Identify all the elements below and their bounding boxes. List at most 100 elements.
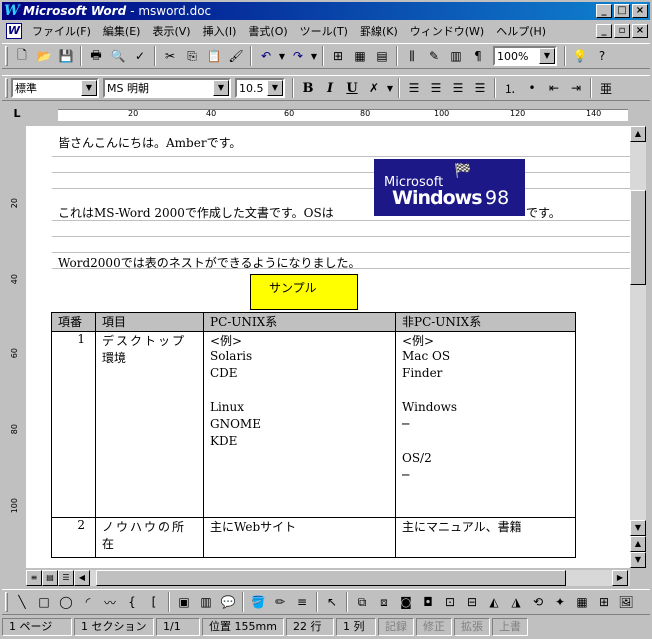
print-preview-icon[interactable]: 🔍 bbox=[107, 45, 129, 67]
close-button[interactable]: × bbox=[632, 4, 648, 18]
justify-icon[interactable]: ☰ bbox=[469, 77, 491, 99]
horizontal-scrollbar[interactable]: ▶ bbox=[26, 570, 630, 586]
nested-table[interactable]: 項番 項目 PC-UNIX系 非PC-UNIX系 1 デスクトップ 環境 <例>… bbox=[51, 312, 576, 558]
line-icon[interactable]: ╲ bbox=[11, 591, 33, 613]
tab-selector-icon[interactable]: L bbox=[10, 108, 24, 122]
fill-color-icon[interactable]: 🪣 bbox=[247, 591, 269, 613]
style-select[interactable]: 標準 ▼ bbox=[11, 78, 99, 98]
scroll-up-icon[interactable]: ▲ bbox=[630, 126, 646, 142]
group-icon[interactable]: ⊡ bbox=[439, 591, 461, 613]
font-select[interactable]: MS 明朝 ▼ bbox=[103, 78, 231, 98]
scroll-thumb[interactable] bbox=[96, 570, 566, 586]
redo-icon[interactable]: ↷ bbox=[287, 45, 309, 67]
copy-icon[interactable]: ⎘ bbox=[181, 45, 203, 67]
snap-grid-icon[interactable]: ▦ bbox=[571, 591, 593, 613]
decrease-indent-icon[interactable]: ⇤ bbox=[543, 77, 565, 99]
document-icon[interactable]: W bbox=[6, 23, 22, 39]
scroll-left-icon[interactable]: ◀ bbox=[74, 570, 90, 586]
chevron-down-icon[interactable]: ▼ bbox=[267, 80, 283, 96]
insert-table-icon[interactable]: ▦ bbox=[349, 45, 371, 67]
scroll-right-icon[interactable]: ▶ bbox=[612, 570, 628, 586]
vertical-scrollbar[interactable]: ▲ ▼ ▲ ▼ bbox=[630, 126, 646, 568]
minimize-button[interactable]: _ bbox=[596, 4, 612, 18]
align-center-icon[interactable]: ☰ bbox=[425, 77, 447, 99]
menu-view[interactable]: 表示(V) bbox=[146, 23, 196, 39]
menu-file[interactable]: ファイル(F) bbox=[26, 23, 97, 39]
scroll-down-icon[interactable]: ▼ bbox=[630, 520, 646, 536]
textbox-icon[interactable]: ▣ bbox=[173, 591, 195, 613]
numbering-icon[interactable]: ⒈ bbox=[499, 77, 521, 99]
normal-view-icon[interactable]: ≡ bbox=[26, 570, 42, 586]
office-assistant-icon[interactable]: 💡 bbox=[569, 45, 591, 67]
chevron-down-icon[interactable]: ▼ bbox=[539, 48, 555, 64]
underline-button[interactable]: U bbox=[341, 77, 363, 99]
tables-borders-icon[interactable]: ⊞ bbox=[327, 45, 349, 67]
menu-edit[interactable]: 編集(E) bbox=[97, 23, 147, 39]
maximize-button[interactable]: □ bbox=[614, 4, 630, 18]
columns-icon[interactable]: ⫼ bbox=[401, 45, 423, 67]
word-app-icon[interactable]: W bbox=[4, 3, 20, 19]
picture-icon[interactable]: 🖼 bbox=[615, 591, 637, 613]
asian-layout-icon[interactable]: 亜 bbox=[595, 77, 617, 99]
show-hide-icon[interactable]: ¶ bbox=[467, 45, 489, 67]
doc-minimize-button[interactable]: _ bbox=[596, 24, 612, 38]
line-style-icon[interactable]: ≡ bbox=[291, 591, 313, 613]
oval-icon[interactable]: ◯ bbox=[55, 591, 77, 613]
freeform-icon[interactable]: 〰 bbox=[99, 591, 121, 613]
menu-format[interactable]: 書式(O) bbox=[242, 23, 293, 39]
toolbar-grip[interactable] bbox=[5, 592, 8, 612]
new-document-icon[interactable]: 🗋 bbox=[11, 45, 33, 67]
document-area[interactable]: 皆さんこんにちは。Amberです。 これはMS-Word 2000で作成した文書… bbox=[26, 126, 630, 568]
format-painter-icon[interactable]: 🖌 bbox=[225, 45, 247, 67]
table-cell[interactable]: デスクトップ 環境 bbox=[95, 331, 204, 518]
rotate-icon[interactable]: ⟲ bbox=[527, 591, 549, 613]
vertical-textbox-icon[interactable]: ▥ bbox=[195, 591, 217, 613]
status-extend[interactable]: 拡張 bbox=[454, 618, 490, 636]
align-drawing-icon[interactable]: ⊞ bbox=[593, 591, 615, 613]
save-icon[interactable]: 💾 bbox=[55, 45, 77, 67]
table-cell[interactable]: ノウハウの所 在 bbox=[95, 517, 204, 558]
doc-close-button[interactable]: × bbox=[632, 24, 648, 38]
align-right-icon[interactable]: ☰ bbox=[447, 77, 469, 99]
paste-icon[interactable]: 📋 bbox=[203, 45, 225, 67]
front-text-icon[interactable]: ◙ bbox=[395, 591, 417, 613]
send-back-icon[interactable]: ⧈ bbox=[373, 591, 395, 613]
doc-restore-button[interactable]: ▫ bbox=[614, 24, 630, 38]
font-size-select[interactable]: 10.5 ▼ bbox=[235, 78, 285, 98]
table-cell[interactable]: 主にマニュアル、書籍 bbox=[395, 517, 576, 558]
flip-vertical-icon[interactable]: ◮ bbox=[505, 591, 527, 613]
behind-text-icon[interactable]: ◘ bbox=[417, 591, 439, 613]
horizontal-ruler[interactable]: L 20 40 60 80 100 120 140 bbox=[2, 106, 650, 124]
scroll-thumb[interactable] bbox=[630, 190, 646, 285]
reshape-icon[interactable]: ✦ bbox=[549, 591, 571, 613]
previous-page-icon[interactable]: ▲ bbox=[630, 536, 646, 552]
chevron-down-icon[interactable]: ▼ bbox=[81, 80, 97, 96]
bring-front-icon[interactable]: ⧉ bbox=[351, 591, 373, 613]
menu-window[interactable]: ウィンドウ(W) bbox=[404, 23, 490, 39]
ungroup-icon[interactable]: ⊟ bbox=[461, 591, 483, 613]
menu-insert[interactable]: 挿入(I) bbox=[197, 23, 243, 39]
bullets-icon[interactable]: • bbox=[521, 77, 543, 99]
undo-dropdown-icon[interactable]: ▼ bbox=[277, 45, 287, 67]
open-folder-icon[interactable]: 📂 bbox=[33, 45, 55, 67]
windows98-logo[interactable]: 🏁 Microsoft Windows 98 bbox=[374, 159, 525, 216]
table-cell[interactable]: 主にWebサイト bbox=[203, 517, 396, 558]
document-map-icon[interactable]: ▥ bbox=[445, 45, 467, 67]
left-bracket-icon[interactable]: [ bbox=[143, 591, 165, 613]
align-left-icon[interactable]: ☰ bbox=[403, 77, 425, 99]
page-layout-view-icon[interactable]: ▤ bbox=[42, 570, 58, 586]
table-cell[interactable]: 1 bbox=[51, 331, 96, 518]
table-cell[interactable]: 2 bbox=[51, 517, 96, 558]
arc-icon[interactable]: ◜ bbox=[77, 591, 99, 613]
bold-button[interactable]: B bbox=[297, 77, 319, 99]
print-icon[interactable]: 🖶 bbox=[85, 45, 107, 67]
highlight-icon[interactable]: ✗ bbox=[363, 77, 385, 99]
menu-help[interactable]: ヘルプ(H) bbox=[490, 23, 552, 39]
flip-horizontal-icon[interactable]: ◭ bbox=[483, 591, 505, 613]
zoom-select[interactable]: 100% ▼ bbox=[493, 46, 557, 66]
table-cell[interactable]: <例> Mac OS Finder Windows ─ OS/2 ─ bbox=[395, 331, 576, 518]
spelling-icon[interactable]: ✓ bbox=[129, 45, 151, 67]
callout-icon[interactable]: 💬 bbox=[217, 591, 239, 613]
status-overtype[interactable]: 上書 bbox=[492, 618, 528, 636]
undo-icon[interactable]: ↶ bbox=[255, 45, 277, 67]
